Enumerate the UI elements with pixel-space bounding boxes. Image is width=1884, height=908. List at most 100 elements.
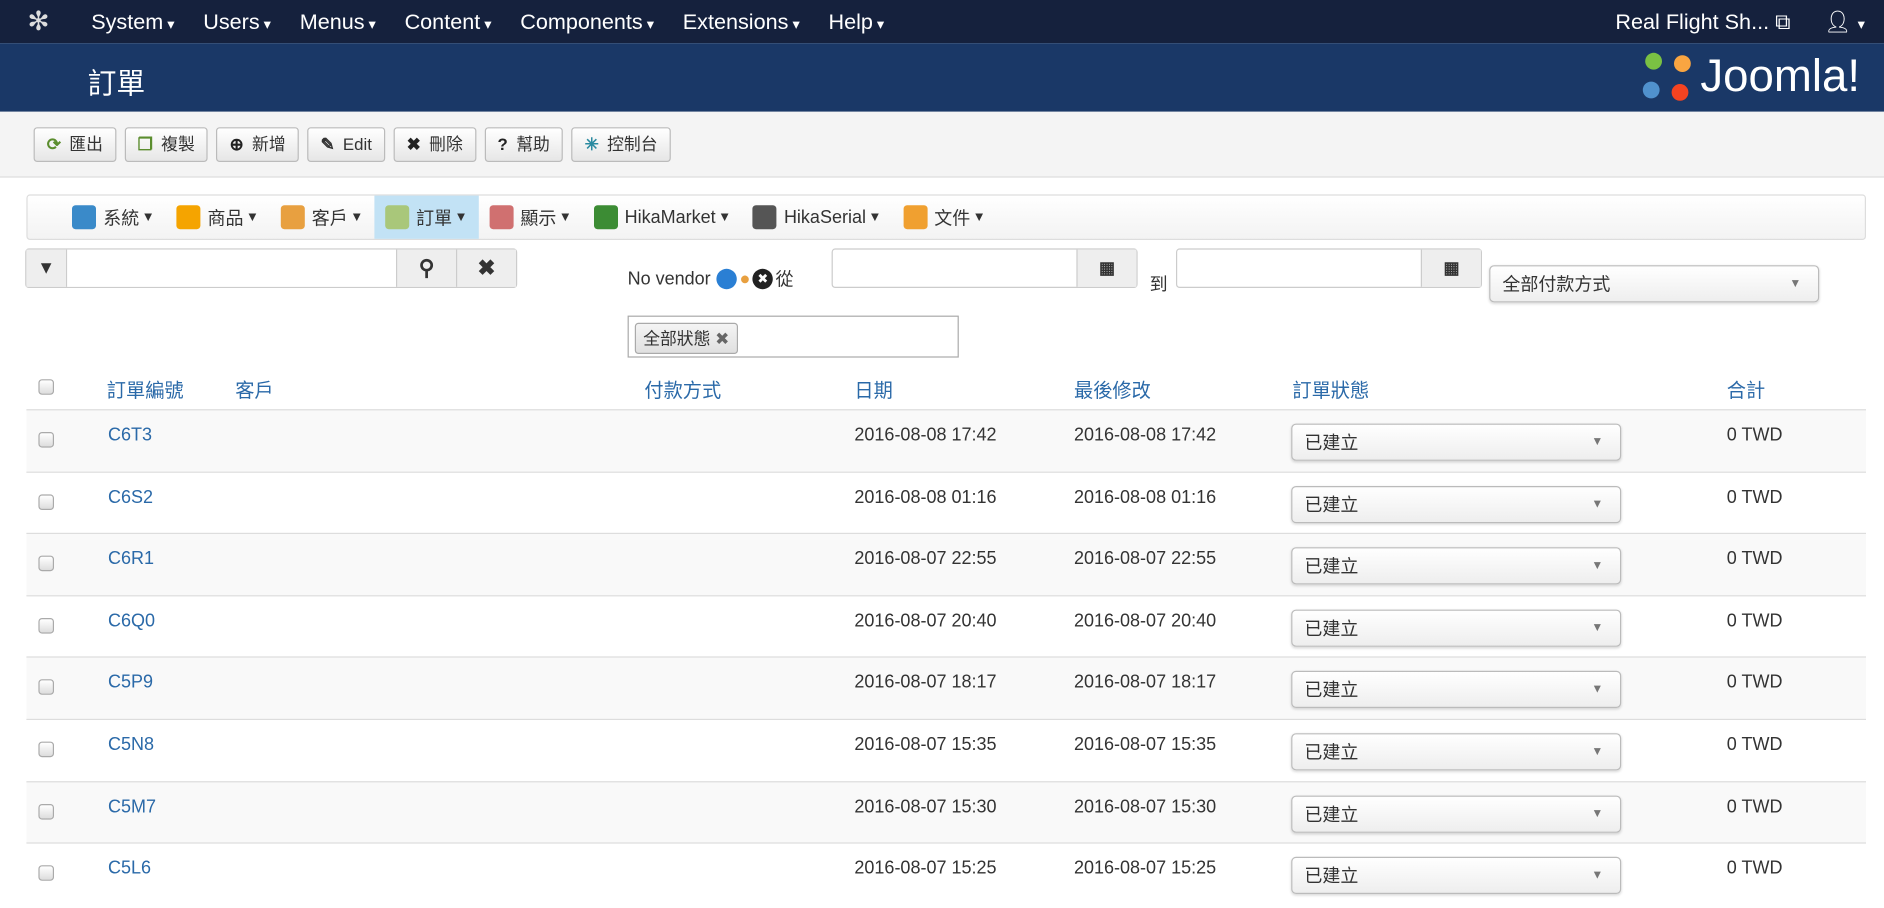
chevron-down-icon: ▼	[1591, 559, 1604, 573]
clear-search-button[interactable]: ✖	[456, 249, 516, 287]
menu-label: 顯示	[520, 208, 557, 229]
dashboard-button[interactable]: ✳ 控制台	[571, 126, 671, 162]
help-button[interactable]: ? 幫助	[484, 126, 564, 162]
menu-label: 文件	[934, 208, 971, 229]
site-link[interactable]: Real Flight Sh... ⧉	[1615, 9, 1790, 34]
row-checkbox[interactable]	[38, 865, 55, 882]
chevron-down-icon: ▼	[1591, 435, 1604, 449]
order-status-select[interactable]: 已建立 ▼	[1291, 547, 1622, 585]
payment-method-select[interactable]: 全部付款方式 ▼	[1489, 265, 1820, 303]
button-label: 幫助	[516, 134, 550, 154]
row-checkbox[interactable]	[38, 803, 55, 820]
calendar-icon[interactable]: ▦	[1420, 249, 1481, 287]
order-number-link[interactable]: C5P9	[108, 672, 153, 692]
order-status-select[interactable]: 已建立 ▼	[1291, 609, 1622, 647]
order-total: 0 TWD	[1726, 486, 1783, 508]
row-checkbox[interactable]	[38, 741, 55, 758]
row-checkbox[interactable]	[38, 493, 55, 510]
status-value: 已建立	[1304, 433, 1359, 454]
order-total: 0 TWD	[1726, 796, 1783, 817]
row-checkbox[interactable]	[38, 555, 55, 572]
menu-icon	[489, 205, 514, 230]
button-label: 控制台	[607, 134, 658, 154]
order-status-select[interactable]: 已建立 ▼	[1291, 423, 1622, 461]
plus-button[interactable]: ⊕ 新增	[216, 126, 299, 162]
chevron-down-icon: ▼	[1591, 807, 1604, 821]
hikashop-menu: 系統 ▼ 商品 ▼ 客戶 ▼ 訂單 ▼ 顯示 ▼ HikaMarket ▼ HikaSerial ▼ 文件 ▼	[26, 194, 1867, 241]
search-input[interactable]	[67, 249, 397, 287]
order-status-select[interactable]: 已建立 ▼	[1291, 795, 1622, 833]
topmenu-system[interactable]: System	[77, 9, 189, 34]
page-title: 訂單	[87, 68, 146, 101]
edit-vendor-icon[interactable]	[716, 268, 738, 290]
export-button[interactable]: ⟳ 匯出	[33, 126, 117, 162]
hikamenu-item[interactable]: 文件 ▼	[892, 196, 996, 239]
order-number-link[interactable]: C6T3	[108, 425, 152, 445]
order-number-link[interactable]: C6R1	[108, 549, 154, 569]
chevron-down-icon: ▼	[1591, 621, 1604, 635]
hikamenu-item[interactable]: 系統 ▼	[61, 196, 165, 239]
hikamenu-item[interactable]: HikaMarket ▼	[583, 196, 742, 239]
column-header[interactable]: 付款方式	[644, 374, 721, 403]
order-status-select[interactable]: 已建立 ▼	[1291, 857, 1622, 895]
date-from-field[interactable]: ▦	[831, 248, 1138, 288]
column-header[interactable]: 訂單狀態	[1292, 374, 1369, 403]
status-filter[interactable]: 全部狀態 ✖	[627, 315, 959, 358]
status-value: 已建立	[1304, 618, 1359, 640]
user-menu[interactable]: 👤︎ ▾	[1824, 9, 1865, 34]
order-number-link[interactable]: C6Q0	[108, 611, 155, 631]
order-number-link[interactable]: C5M7	[108, 796, 156, 816]
hikamenu-item[interactable]: 訂單 ▼	[374, 195, 479, 239]
row-checkbox[interactable]	[38, 432, 55, 448]
page-header: 訂單 Joomla!	[0, 43, 1884, 112]
column-header[interactable]: 最後修改	[1074, 374, 1151, 403]
topmenu-components[interactable]: Components	[506, 9, 669, 34]
hikamenu-item[interactable]: 客戶 ▼	[270, 196, 374, 239]
order-number-link[interactable]: C5N8	[108, 734, 154, 754]
delete-button[interactable]: ✖ 刪除	[393, 126, 476, 162]
table-row: C6R1 2016-08-07 22:55 2016-08-07 22:55 已建立 ▼…	[26, 533, 1867, 596]
row-checkbox[interactable]	[38, 679, 55, 696]
row-checkbox[interactable]	[38, 617, 55, 634]
order-number-link[interactable]: C5L6	[108, 858, 151, 878]
topmenu-menus[interactable]: Menus	[285, 9, 390, 34]
topmenu-extensions[interactable]: Extensions	[668, 9, 814, 34]
order-total: 0 TWD	[1726, 548, 1783, 570]
joomla-icon[interactable]: ✻	[0, 6, 77, 37]
copy-button[interactable]: ❐ 複製	[124, 126, 208, 162]
search-button[interactable]: ⚲	[396, 249, 457, 287]
topmenu-help[interactable]: Help	[814, 9, 898, 34]
menu-label: 商品	[207, 208, 244, 229]
column-header[interactable]: 訂單編號	[107, 374, 184, 403]
remove-tag-icon[interactable]: ✖	[715, 329, 729, 348]
topmenu-content[interactable]: Content	[390, 9, 506, 34]
date-to-field[interactable]: ▦	[1176, 248, 1482, 288]
order-status-select[interactable]: 已建立 ▼	[1291, 671, 1622, 709]
column-header[interactable]: 客戶	[235, 374, 273, 403]
edit-button[interactable]: ✎ Edit	[307, 126, 386, 162]
chevron-down-icon: ▼	[1591, 745, 1604, 759]
table-row: C5M7 2016-08-07 15:30 2016-08-07 15:30 已建立 ▼…	[26, 780, 1867, 844]
column-header[interactable]: 日期	[854, 374, 892, 403]
hikamenu-item[interactable]: 商品 ▼	[165, 196, 269, 239]
filter-icon: ▼	[26, 249, 68, 287]
order-number-link[interactable]: C6S2	[108, 487, 153, 507]
column-header[interactable]: 合計	[1727, 374, 1765, 403]
joomla-logo: Joomla!	[1640, 50, 1860, 103]
topmenu-users[interactable]: Users	[189, 9, 285, 34]
order-status-select[interactable]: 已建立 ▼	[1291, 485, 1622, 523]
user-vendor-icon[interactable]: ●	[739, 269, 750, 289]
caret-icon: ▼	[868, 210, 882, 225]
order-total: 0 TWD	[1726, 734, 1783, 755]
chevron-down-icon: ▼	[1591, 683, 1604, 697]
select-all-checkbox[interactable]	[38, 379, 55, 395]
calendar-icon[interactable]: ▦	[1076, 249, 1137, 287]
hikamenu-item[interactable]: HikaSerial ▼	[742, 196, 892, 239]
menu-icon	[593, 205, 618, 230]
remove-vendor-icon[interactable]: ✖	[752, 268, 774, 290]
hikamenu-item[interactable]: 顯示 ▼	[478, 196, 582, 239]
caret-icon: ▼	[718, 210, 732, 225]
order-status-select[interactable]: 已建立 ▼	[1291, 733, 1622, 771]
order-modified: 2016-08-07 22:55	[1074, 548, 1217, 570]
order-modified: 2016-08-07 15:30	[1074, 796, 1217, 817]
